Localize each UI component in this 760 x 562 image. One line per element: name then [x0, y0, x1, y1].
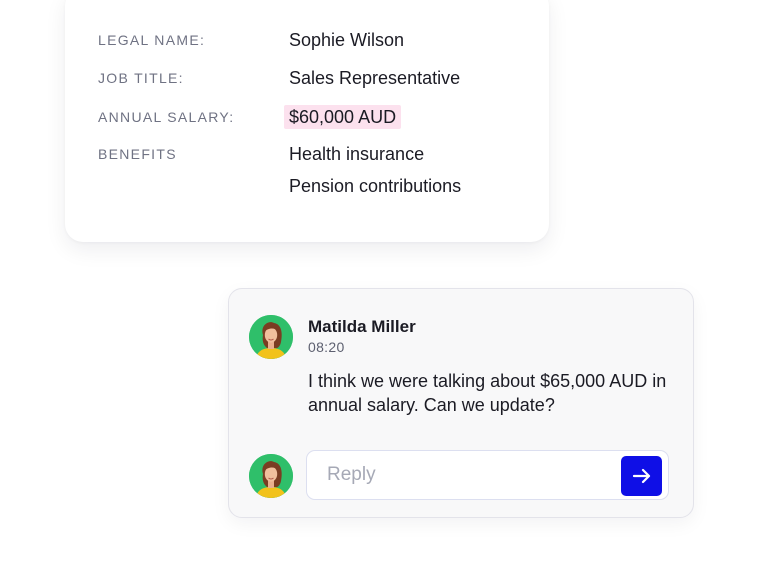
- person-icon: [249, 315, 293, 359]
- send-button[interactable]: [621, 456, 662, 496]
- chat-card: Matilda Miller 08:20 I think we were tal…: [228, 288, 694, 518]
- legal-name-label: LEGAL NAME:: [98, 32, 206, 48]
- message-text: I think we were talking about $65,000 AU…: [308, 371, 667, 415]
- employee-info-card: LEGAL NAME: Sophie Wilson JOB TITLE: Sal…: [65, 0, 549, 242]
- benefits-label: BENEFITS: [98, 146, 177, 162]
- page: LEGAL NAME: Sophie Wilson JOB TITLE: Sal…: [0, 0, 760, 562]
- benefit-item: Health insurance: [289, 144, 425, 164]
- job-title-value: Sales Representative: [289, 68, 461, 88]
- arrow-right-icon: [632, 468, 650, 484]
- benefits-row: BENEFITS Health insurance Pension contri…: [98, 143, 538, 197]
- benefit-item: Pension contributions: [289, 176, 462, 196]
- annual-salary-row: ANNUAL SALARY: $60,000 AUD: [98, 105, 538, 129]
- legal-name-value: Sophie Wilson: [289, 30, 405, 50]
- message-author: Matilda Miller: [308, 317, 416, 336]
- author-avatar: [249, 315, 293, 359]
- person-icon: [249, 454, 293, 498]
- annual-salary-label: ANNUAL SALARY:: [98, 109, 235, 125]
- job-title-row: JOB TITLE: Sales Representative: [98, 67, 538, 89]
- job-title-label: JOB TITLE:: [98, 70, 184, 86]
- message-timestamp: 08:20: [308, 339, 345, 355]
- reply-composer: [306, 450, 669, 500]
- current-user-avatar: [249, 454, 293, 498]
- annual-salary-value: $60,000 AUD: [284, 105, 402, 129]
- reply-input[interactable]: [307, 451, 617, 499]
- legal-name-row: LEGAL NAME: Sophie Wilson: [98, 29, 538, 51]
